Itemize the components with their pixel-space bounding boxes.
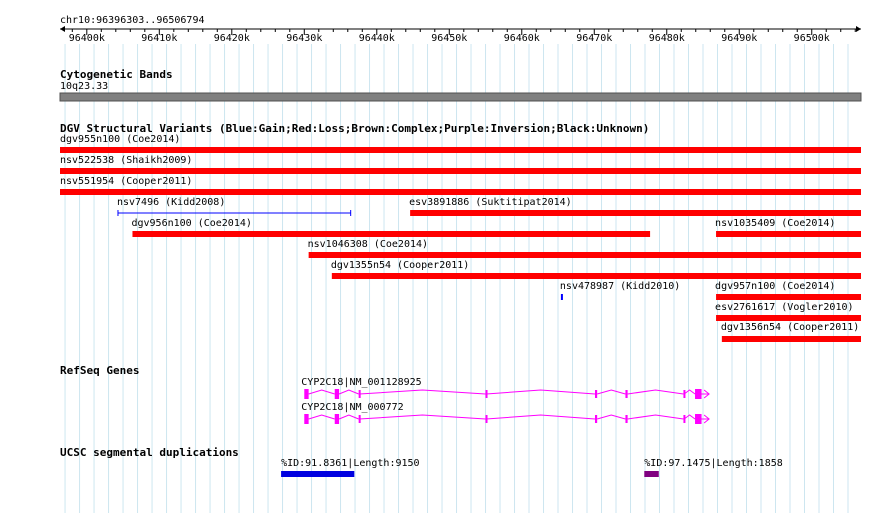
segdup-label[interactable]: %ID:97.1475|Length:1858: [644, 458, 782, 470]
gene-exon: [304, 414, 309, 424]
gene-exon: [625, 390, 628, 398]
ruler-tick-label: 96490k: [721, 33, 758, 44]
gene-intron: [597, 389, 626, 395]
dgv-feature-bar: [60, 168, 861, 174]
dgv-feature-bar: [132, 231, 651, 237]
dgv-feature-label[interactable]: dgv956n100 (Coe2014): [131, 218, 251, 230]
gene-exon: [594, 415, 598, 423]
ruler-tick-label: 96430k: [286, 33, 323, 44]
ruler-tick-label: 96450k: [431, 33, 468, 44]
dgv-feature-label[interactable]: nsv1046308 (Coe2014): [308, 239, 428, 251]
dgv-feature-label[interactable]: nsv478987 (Kidd2010): [560, 281, 680, 293]
dgv-feature-bar: [60, 147, 861, 153]
cytoband-bar: [59, 92, 862, 102]
gene-intron: [597, 414, 626, 420]
genome-browser-view: chr10:96396303..96506794 96400k 96410k 964…: [0, 0, 890, 513]
dgv-feature-bar: [60, 189, 861, 195]
ruler-tick-label: 96460k: [503, 33, 540, 44]
gene-exon: [334, 414, 340, 424]
gene-exon: [683, 390, 686, 398]
gene-label[interactable]: CYP2C18|NM_001128925: [301, 377, 421, 389]
segdup-bar: [281, 471, 355, 477]
segdup-bar: [644, 471, 659, 477]
gene-intron: [486, 389, 596, 395]
ruler-tick-label: 96470k: [576, 33, 613, 44]
dgv-feature-label[interactable]: dgv1356n54 (Cooper2011): [721, 322, 859, 334]
ruler-tick-label: 96420k: [213, 33, 250, 44]
gene-intron: [627, 389, 684, 395]
ruler-arrow-right: [856, 26, 861, 32]
dgv-feature-bar: [308, 252, 861, 258]
dgv-feature-label[interactable]: nsv551954 (Cooper2011): [60, 176, 192, 188]
ruler-tick-label: 96480k: [648, 33, 685, 44]
dgv-feature-label[interactable]: dgv1355n54 (Cooper2011): [331, 260, 469, 272]
gene-intron: [683, 414, 696, 420]
ruler-arrow-left: [60, 26, 65, 32]
gene-exon: [683, 415, 686, 423]
ruler-tick-label: 96410k: [141, 33, 178, 44]
gene-intron: [359, 389, 486, 395]
gene-intron: [338, 389, 359, 395]
segdup-label[interactable]: %ID:91.8361|Length:9150: [281, 458, 419, 470]
gene-intron: [338, 414, 359, 420]
dgv-feature-bar: [716, 231, 861, 237]
gene-intron: [359, 414, 486, 420]
segdup-track-title[interactable]: UCSC segmental duplications: [60, 446, 239, 459]
dgv-feature-label[interactable]: nsv7496 (Kidd2008): [117, 197, 225, 209]
gene-exon: [358, 390, 361, 398]
gene-intron: [486, 414, 596, 420]
gene-intron: [308, 414, 335, 420]
cytoband-label: 10q23.33: [60, 81, 109, 92]
dgv-feature-label[interactable]: esv2761617 (Vogler2010): [715, 302, 853, 314]
ruler-tick-label: 96440k: [358, 33, 395, 44]
dgv-feature-bar: [410, 210, 861, 216]
gene-intron: [683, 389, 696, 395]
gene-exon: [625, 415, 628, 423]
dgv-feature-label[interactable]: dgv955n100 (Coe2014): [60, 134, 180, 146]
gene-intron: [627, 414, 684, 420]
ruler-tick-label: 96500k: [793, 33, 830, 44]
gene-label[interactable]: CYP2C18|NM_000772: [301, 402, 403, 414]
gene-exon: [485, 390, 488, 398]
dgv-feature-label[interactable]: nsv1035409 (Coe2014): [715, 218, 835, 230]
gene-exon: [304, 389, 309, 399]
dgv-feature-bar: [716, 294, 861, 300]
gene-exon: [594, 390, 598, 398]
gene-exon: [334, 389, 340, 399]
dgv-feature-bar: [560, 294, 563, 300]
ruler-tick-label: 96400k: [68, 33, 105, 44]
dgv-feature-label[interactable]: esv3891886 (Suktitipat2014): [409, 197, 572, 209]
gene-exon: [358, 415, 361, 423]
cytoband-track-title[interactable]: Cytogenetic Bands: [60, 68, 173, 81]
dgv-feature-bar: [721, 336, 861, 342]
dgv-feature-bar: [716, 315, 861, 321]
gene-exon: [485, 415, 488, 423]
dgv-feature-bar: [331, 273, 861, 279]
refseq-track-title[interactable]: RefSeq Genes: [60, 364, 139, 377]
gene-intron: [308, 389, 335, 395]
dgv-feature-label[interactable]: nsv522538 (Shaikh2009): [60, 155, 192, 167]
dgv-feature-label[interactable]: dgv957n100 (Coe2014): [715, 281, 835, 293]
